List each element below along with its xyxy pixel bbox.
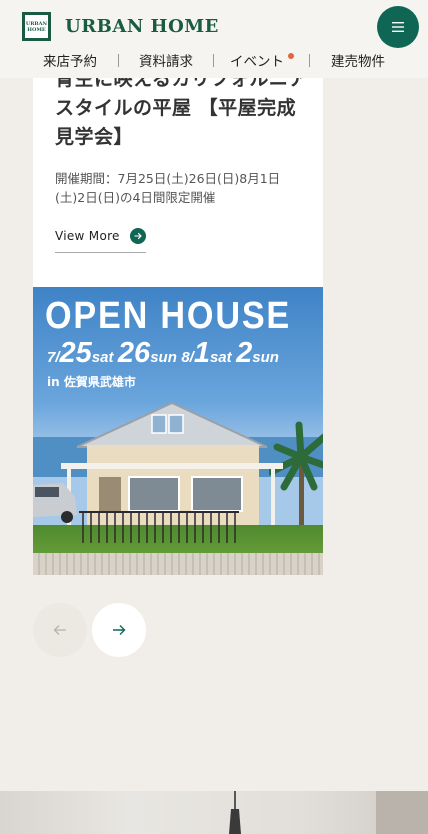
event-period: 開催期間：7月25日(土)26日(日)8月1日(土)2日(日)の4日間限定開催: [55, 171, 281, 205]
main-nav: 来店予約 資料請求 イベント 建売物件: [0, 50, 428, 72]
banner-location: in 佐賀県武雄市: [47, 375, 136, 389]
logo-mark: URBAN HOME: [22, 12, 51, 41]
banner-title: OPEN HOUSE: [45, 295, 292, 337]
new-indicator-dot: [288, 53, 294, 59]
pendant-lamp: [229, 791, 241, 834]
menu-button[interactable]: [377, 6, 419, 48]
nav-item-brochure-request[interactable]: 資料請求: [139, 50, 193, 70]
nav-item-visit-reservation[interactable]: 来店予約: [43, 50, 97, 70]
parked-car: [33, 483, 77, 523]
logo-mark-line: HOME: [27, 26, 46, 33]
banner-dates: 7/25sat 26sun 8/1sat 2sun: [47, 337, 279, 369]
view-more-label: View More: [55, 229, 120, 243]
site-header: URBAN HOME URBAN HOME 来店予約 資料請求 イベント 建売物…: [0, 0, 428, 78]
view-more-link[interactable]: View More: [55, 227, 146, 253]
nav-item-events[interactable]: イベント: [230, 50, 284, 70]
logo-text: URBAN HOME: [65, 16, 219, 37]
slider-prev-button[interactable]: [33, 603, 87, 657]
slider-next-button[interactable]: [92, 603, 146, 657]
open-house-banner-image[interactable]: OPEN HOUSE 7/25sat 26sun 8/1sat 2sun in …: [33, 287, 323, 575]
arrow-left-icon: [53, 625, 66, 635]
nav-divider: [309, 54, 310, 67]
event-card[interactable]: 青空に映えるカリフォルニアスタイルの平屋 【平屋完成見学会】 開催期間：7月25…: [33, 60, 323, 575]
next-section-image: [0, 791, 428, 834]
hamburger-icon: [392, 22, 404, 32]
nav-divider: [118, 54, 119, 67]
paving: [33, 553, 323, 575]
nav-item-for-sale-homes[interactable]: 建売物件: [331, 50, 385, 70]
event-title[interactable]: 青空に映えるカリフォルニアスタイルの平屋 【平屋完成見学会】: [55, 65, 313, 152]
arrow-right-icon: [130, 228, 146, 244]
nav-divider: [213, 54, 214, 67]
wall-panel: [376, 791, 428, 834]
site-logo[interactable]: URBAN HOME URBAN HOME: [22, 12, 219, 41]
arrow-right-icon: [113, 625, 126, 635]
fence: [79, 511, 239, 543]
